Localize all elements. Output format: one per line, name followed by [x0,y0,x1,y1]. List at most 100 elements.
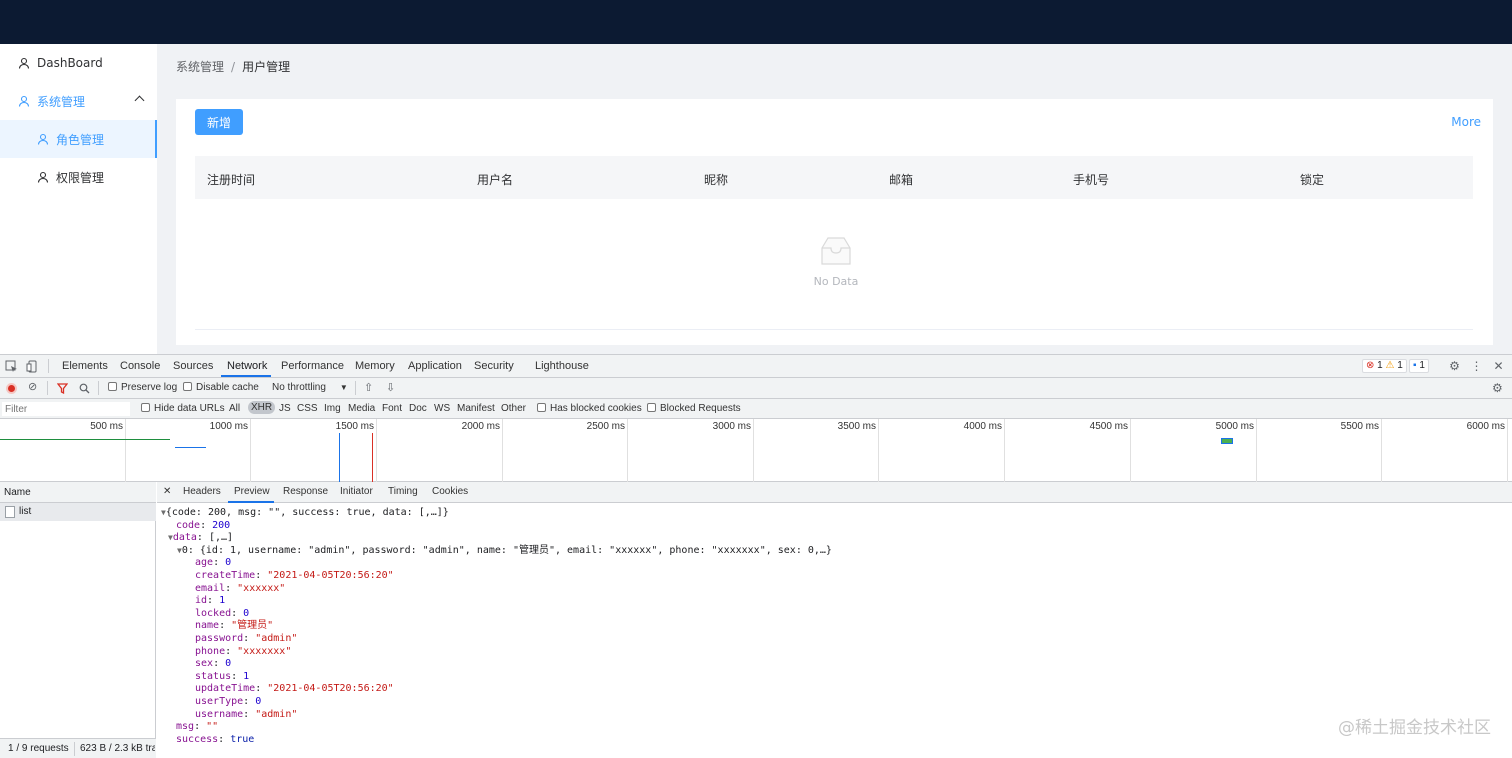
tab-performance[interactable]: Performance [281,360,344,372]
tab-application[interactable]: Application [408,360,462,372]
network-overview-timeline[interactable]: 500 ms 1000 ms 1500 ms 2000 ms 2500 ms 3… [0,419,1512,482]
inspect-element-icon[interactable] [5,360,18,373]
sidebar-item-dashboard[interactable]: DashBoard [0,44,157,82]
filter-type-manifest[interactable]: Manifest [457,403,495,414]
more-link[interactable]: More [1451,115,1481,129]
filter-type-xhr[interactable]: XHR [248,401,275,414]
export-har-icon[interactable]: ⇩ [386,381,395,394]
filter-funnel-icon[interactable] [57,383,68,394]
throttling-select[interactable]: No throttling▼ [272,382,348,393]
sidebar-item-roles[interactable]: 角色管理 [0,120,157,158]
breadcrumb-parent[interactable]: 系统管理 [176,60,224,74]
breadcrumb-separator: / [231,60,235,74]
settings-gear-icon[interactable]: ⚙ [1448,360,1461,373]
network-filter-bar: Hide data URLs All XHR JS CSS Img Media … [0,399,1512,419]
dropdown-arrow-icon: ▼ [340,383,348,392]
tab-lighthouse[interactable]: Lighthouse [535,360,589,372]
tab-memory[interactable]: Memory [355,360,395,372]
checkbox[interactable] [647,403,656,412]
disable-cache-checkbox[interactable]: Disable cache [183,382,259,393]
filter-type-img[interactable]: Img [324,403,341,414]
hide-data-urls-checkbox[interactable]: Hide data URLs [141,403,225,414]
column-header-name[interactable]: Name [4,487,31,498]
timeline-gridline [1507,419,1508,482]
filter-type-css[interactable]: CSS [297,403,318,414]
checkbox[interactable] [141,403,150,412]
json-value: 1 [243,671,249,682]
tab-response[interactable]: Response [283,486,328,497]
tab-console[interactable]: Console [120,360,160,372]
json-fields: age: 0createTime: "2021-04-05T20:56:20"e… [161,557,832,721]
json-line[interactable]: ▼0: {id: 1, username: "admin", password:… [161,545,832,558]
tab-headers[interactable]: Headers [183,486,221,497]
issues-badge[interactable]: ⊗ 1 ⚠ 1 [1362,359,1407,373]
add-button[interactable]: 新增 [195,109,243,135]
checkbox-label: Disable cache [196,382,259,393]
network-settings-gear-icon[interactable]: ⚙ [1492,381,1503,395]
timeline-tick-label: 1000 ms [188,421,248,432]
column-header: 注册时间 [207,171,255,188]
import-har-icon[interactable]: ⇧ [364,381,373,394]
record-icon[interactable] [6,383,17,394]
json-line: msg: "" [161,721,832,734]
transfer-size: 623 B / 2.3 kB tra [80,743,155,754]
device-toolbar-icon[interactable] [26,360,39,373]
timeline-gridline [125,419,126,482]
tab-cookies[interactable]: Cookies [432,486,468,497]
timeline-tick-label: 6000 ms [1445,421,1505,432]
preserve-log-checkbox[interactable]: Preserve log [108,382,177,393]
filter-type-doc[interactable]: Doc [409,403,427,414]
close-detail-icon[interactable]: ✕ [163,486,171,497]
timeline-tick-label: 4500 ms [1068,421,1128,432]
timeline-gridline [753,419,754,482]
json-key: msg [176,721,194,732]
request-detail-panel: ✕ Headers Preview Response Initiator Tim… [157,482,1512,758]
warning-count: 1 [1397,360,1403,371]
filter-type-all[interactable]: All [229,403,240,414]
checkbox-label: Blocked Requests [660,403,741,414]
search-icon[interactable] [79,383,90,394]
tab-security[interactable]: Security [474,360,514,372]
request-row[interactable]: list [0,503,156,521]
close-icon[interactable]: ✕ [1492,360,1505,373]
timeline-bar-waiting [0,439,170,440]
tab-timing[interactable]: Timing [388,486,418,497]
json-line: id: 1 [195,595,832,608]
user-icon [18,57,30,69]
json-item-summary: 0: {id: 1, username: "admin", password: … [182,545,832,556]
json-value: 200 [212,520,230,531]
timeline-gridline [878,419,879,482]
tab-initiator[interactable]: Initiator [340,486,373,497]
json-key: email [195,583,225,594]
filter-type-media[interactable]: Media [348,403,375,414]
filter-type-ws[interactable]: WS [434,403,450,414]
blocked-requests-checkbox[interactable]: Blocked Requests [647,403,741,414]
tab-preview[interactable]: Preview [234,486,270,497]
tab-sources[interactable]: Sources [173,360,213,372]
sidebar-item-permissions[interactable]: 权限管理 [0,158,157,196]
more-options-icon[interactable]: ⋮ [1470,360,1483,373]
json-line[interactable]: ▼data: [,…] [161,532,832,545]
breadcrumb: 系统管理/用户管理 [176,58,290,75]
filter-type-font[interactable]: Font [382,403,402,414]
checkbox[interactable] [108,382,117,391]
json-root-line[interactable]: ▼{code: 200, msg: "", success: true, dat… [161,507,832,520]
clear-icon[interactable]: ⊘ [28,382,39,393]
json-line: phone: "xxxxxxx" [195,646,832,659]
checkbox[interactable] [537,403,546,412]
sidebar-item-system[interactable]: 系统管理 [0,82,157,120]
json-value: [,…] [209,532,233,543]
filter-input[interactable] [2,402,130,416]
json-line: createTime: "2021-04-05T20:56:20" [195,570,832,583]
filter-type-js[interactable]: JS [279,403,291,414]
tab-elements[interactable]: Elements [62,360,108,372]
timeline-bar-xhr [1221,438,1233,444]
load-event-marker [372,433,373,482]
timeline-gridline [627,419,628,482]
tab-network[interactable]: Network [227,360,267,372]
request-list-footer: 1 / 9 requests 623 B / 2.3 kB tra [0,738,156,758]
has-blocked-cookies-checkbox[interactable]: Has blocked cookies [537,403,642,414]
checkbox[interactable] [183,382,192,391]
messages-badge[interactable]: ▪ 1 [1409,359,1429,373]
filter-type-other[interactable]: Other [501,403,526,414]
